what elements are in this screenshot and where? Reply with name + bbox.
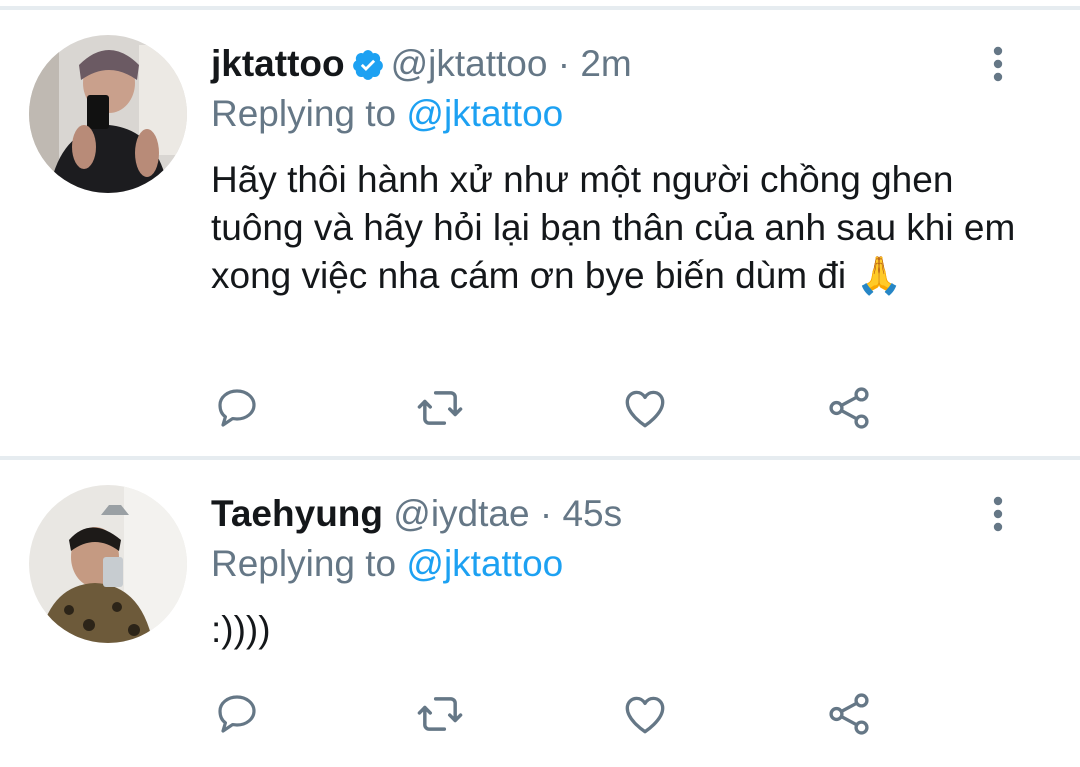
tweet-taehyung[interactable]: Taehyung @iydtae · 45s Replying to @jkta… — [0, 460, 1080, 767]
replying-label: Replying to — [211, 93, 397, 134]
share-button[interactable] — [821, 380, 877, 436]
tweet-text: :)))) — [211, 609, 271, 650]
timestamp[interactable]: 2m — [580, 43, 631, 84]
reply-thread: jktattoo @jktattoo · 2m Replying to @jkta… — [0, 0, 1080, 767]
retweet-icon — [417, 697, 463, 731]
like-button[interactable] — [617, 380, 673, 436]
more-icon — [993, 496, 1003, 532]
avatar[interactable] — [29, 35, 187, 193]
handle[interactable]: @iydtae — [393, 493, 529, 534]
tweet-jktattoo[interactable]: jktattoo @jktattoo · 2m Replying to @jkta… — [0, 10, 1080, 458]
like-button[interactable] — [617, 686, 673, 742]
mention-link[interactable]: @jktattoo — [406, 93, 563, 134]
display-name[interactable]: Taehyung — [211, 493, 383, 534]
separator-dot: · — [539, 493, 553, 534]
more-options-button[interactable] — [986, 492, 1010, 536]
reply-icon — [218, 695, 256, 733]
reply-button[interactable] — [209, 380, 265, 436]
retweet-button[interactable] — [412, 380, 468, 436]
share-icon — [829, 387, 869, 429]
share-icon — [829, 693, 869, 735]
retweet-button[interactable] — [412, 686, 468, 742]
replying-label: Replying to — [211, 543, 397, 584]
reply-icon — [218, 389, 256, 427]
timestamp[interactable]: 45s — [562, 493, 622, 534]
tweet-header: Taehyung @iydtae · 45s — [211, 492, 622, 536]
display-name[interactable]: jktattoo — [211, 43, 345, 84]
verified-icon — [351, 48, 385, 92]
like-icon — [625, 696, 665, 734]
like-icon — [625, 390, 665, 428]
reply-button[interactable] — [209, 686, 265, 742]
tweet-text: Hãy thôi hành xử như một người chồng ghe… — [211, 159, 1016, 296]
action-bar — [0, 380, 1080, 436]
more-options-button[interactable] — [986, 42, 1010, 86]
share-button[interactable] — [821, 686, 877, 742]
action-bar — [0, 686, 1080, 742]
mention-link[interactable]: @jktattoo — [406, 543, 563, 584]
avatar[interactable] — [29, 485, 187, 643]
more-icon — [993, 46, 1003, 82]
replying-to: Replying to @jktattoo — [211, 542, 563, 586]
replying-to: Replying to @jktattoo — [211, 92, 563, 136]
retweet-icon — [417, 391, 463, 425]
handle[interactable]: @jktattoo — [391, 43, 548, 84]
separator-dot: · — [557, 43, 571, 84]
tweet-header: jktattoo @jktattoo · 2m — [211, 42, 632, 92]
